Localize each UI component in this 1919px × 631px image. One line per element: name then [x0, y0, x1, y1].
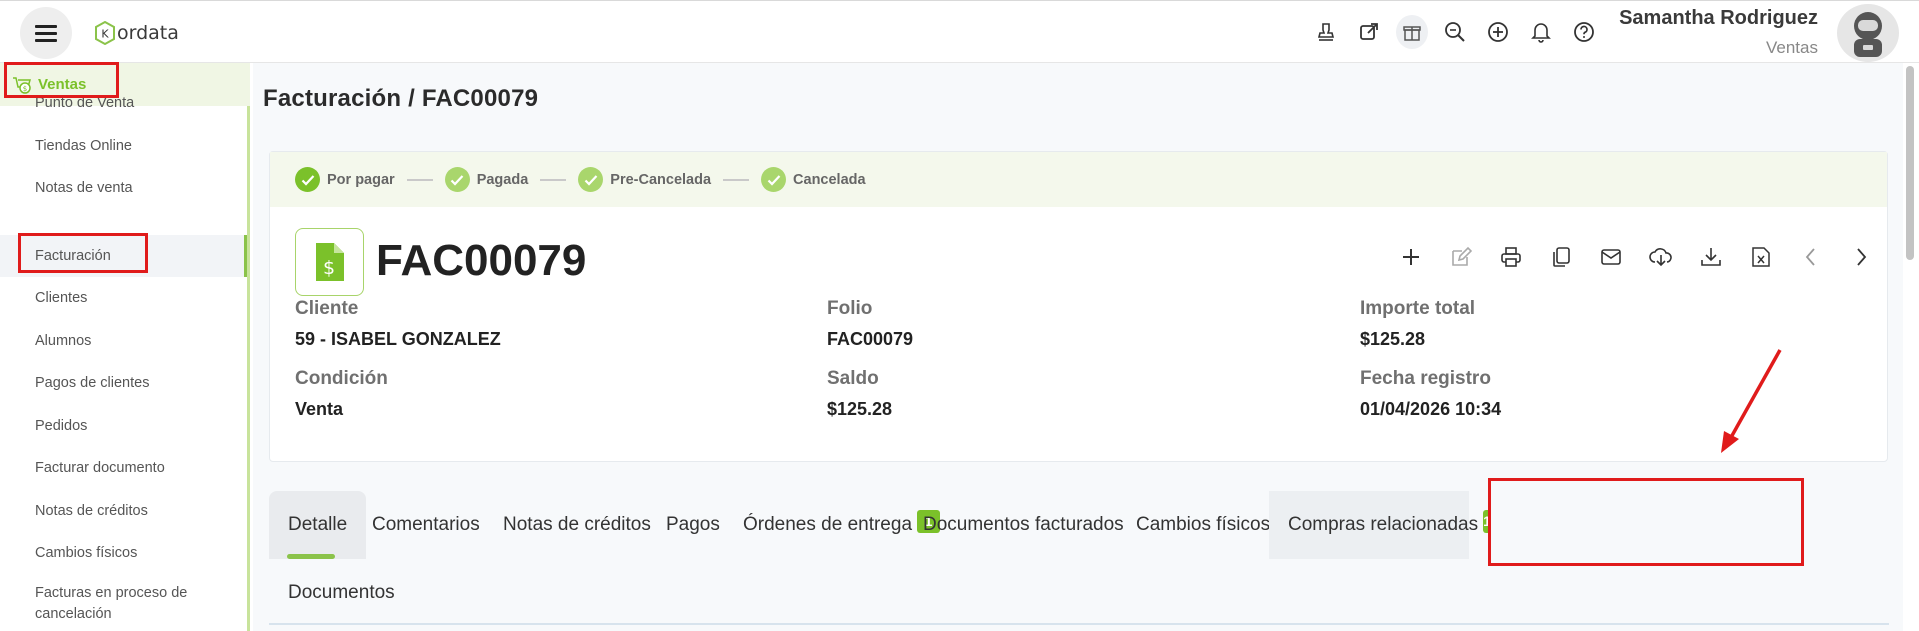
importe-total-label: Importe total [1360, 298, 1476, 319]
logo-text: ordata [117, 22, 179, 44]
step-pagada: Pagada [444, 167, 529, 192]
folio-value: FAC00079 [827, 329, 914, 349]
check-icon [578, 167, 604, 192]
svg-text:K: K [101, 28, 109, 41]
check-icon [444, 167, 470, 192]
copy-icon[interactable] [1544, 240, 1577, 273]
search-zoom-icon[interactable] [1439, 15, 1471, 49]
sidebar-item-cambios-fisicos[interactable]: Cambios físicos [0, 543, 247, 564]
avatar[interactable] [1837, 4, 1899, 62]
condicion-value: Venta [295, 399, 344, 419]
previous-icon[interactable] [1794, 240, 1827, 273]
svg-text:$: $ [322, 257, 334, 279]
sidebar-item-pedidos[interactable]: Pedidos [0, 416, 247, 437]
folio-label: Folio [827, 298, 873, 319]
condicion-label: Condición [295, 368, 388, 389]
saldo-label: Saldo [827, 368, 879, 389]
step-connector [540, 178, 567, 181]
sidebar-item-facturas-en-proceso-de-cancelacion[interactable]: Facturas en proceso de cancelación [0, 583, 230, 625]
sidebar-item-alumnos[interactable]: Alumnos [0, 331, 247, 352]
tab-label: Notas de créditos [503, 514, 651, 535]
breadcrumb: Facturación / FAC00079 [263, 85, 539, 112]
next-icon[interactable] [1844, 240, 1877, 273]
page-scrollbar[interactable] [1906, 66, 1914, 260]
step-label: Pre-Cancelada [610, 171, 712, 188]
help-icon[interactable] [1568, 15, 1600, 49]
annotation-box-ventas [4, 62, 119, 98]
tab-comentarios[interactable]: Comentarios [353, 491, 499, 559]
document-actions [1394, 240, 1877, 273]
user-role: Ventas [1766, 38, 1818, 57]
sidebar-item-facturar-documento[interactable]: Facturar documento [0, 458, 247, 479]
sidebar: $ Ventas Punto de Venta Tiendas Online N… [0, 63, 250, 631]
sidebar-item-notas-de-venta[interactable]: Notas de venta [0, 178, 247, 199]
top-bar: K ordata Samantha Rodriguez Ventas [0, 0, 1919, 63]
sidebar-item-tiendas-online[interactable]: Tiendas Online [0, 136, 247, 157]
add-circle-icon[interactable] [1482, 15, 1514, 49]
sidebar-item-clientes[interactable]: Clientes [0, 288, 247, 309]
tab-cambios-fisicos[interactable]: Cambios físicos [1117, 491, 1289, 559]
sidebar-item-notas-de-creditos[interactable]: Notas de créditos [0, 501, 247, 522]
email-icon[interactable] [1594, 240, 1627, 273]
app-logo[interactable]: K ordata [95, 21, 179, 45]
step-label: Por pagar [327, 171, 395, 188]
invoice-card: Por pagar Pagada Pre-Cancelada Cancelada… [269, 151, 1888, 462]
user-info[interactable]: Samantha Rodriguez Ventas [1619, 7, 1818, 58]
check-icon [761, 167, 787, 192]
add-icon[interactable] [1394, 240, 1427, 273]
tab-documentos-facturados[interactable]: Documentos facturados [904, 491, 1143, 559]
tab-compras-relacionadas[interactable]: Compras relacionadas 1 [1269, 491, 1491, 559]
annotation-box-facturacion [18, 233, 148, 273]
annotation-arrow-icon [1721, 349, 1782, 453]
user-name: Samantha Rodriguez [1619, 7, 1818, 29]
tab-label: Documentos facturados [923, 514, 1124, 535]
logo-hexagon-icon: K [95, 21, 115, 45]
tab-label: Órdenes de entrega [743, 514, 913, 535]
tabs-divider [269, 623, 1889, 625]
step-label: Pagada [476, 171, 529, 188]
tab-label: Pagos [666, 514, 720, 535]
sidebar-item-pagos-de-clientes[interactable]: Pagos de clientes [0, 373, 247, 394]
cliente-label: Cliente [295, 298, 359, 319]
step-label: Cancelada [793, 171, 866, 188]
tab-label: Cambios físicos [1136, 514, 1271, 535]
tab-documentos[interactable]: Documentos [269, 559, 414, 627]
excel-icon[interactable] [1744, 240, 1777, 273]
tab-notas-de-creditos[interactable]: Notas de créditos [484, 491, 670, 559]
document-id: FAC00079 [376, 236, 587, 285]
tab-label: Documentos [288, 582, 395, 603]
edit-icon[interactable] [1444, 240, 1477, 273]
menu-icon [35, 25, 57, 42]
tab-label: Detalle [288, 514, 348, 535]
fecha-registro-value: 01/04/2026 10:34 [1360, 399, 1502, 419]
importe-total-value: $125.28 [1360, 329, 1426, 349]
stamp-icon[interactable] [1310, 15, 1342, 49]
status-stepper: Por pagar Pagada Pre-Cancelada Cancelada [270, 152, 1887, 207]
saldo-value: $125.28 [827, 399, 893, 419]
step-pre-cancelada: Pre-Cancelada [578, 167, 711, 192]
tab-label: Comentarios [372, 514, 480, 535]
step-por-pagar: Por pagar [295, 167, 395, 192]
top-icon-bar [1310, 15, 1600, 49]
gift-icon[interactable] [1396, 15, 1428, 49]
annotation-box-compras-relacionadas [1488, 478, 1804, 566]
cliente-value: 59 - ISABEL GONZALEZ [295, 329, 501, 349]
fecha-registro-label: Fecha registro [1360, 368, 1491, 389]
bell-icon[interactable] [1525, 15, 1557, 49]
external-link-icon[interactable] [1353, 15, 1385, 49]
download-icon[interactable] [1694, 240, 1727, 273]
step-connector [723, 178, 750, 181]
tab-detalle[interactable]: Detalle [269, 491, 367, 559]
invoice-document-icon: $ [295, 228, 364, 296]
step-connector [406, 178, 433, 181]
print-icon[interactable] [1494, 240, 1527, 273]
astronaut-avatar-icon [1854, 12, 1882, 57]
check-icon [295, 167, 320, 192]
cloud-download-icon[interactable] [1644, 240, 1677, 273]
tab-label: Compras relacionadas [1288, 514, 1479, 535]
hamburger-menu-button[interactable] [20, 7, 72, 59]
step-cancelada: Cancelada [761, 167, 866, 192]
